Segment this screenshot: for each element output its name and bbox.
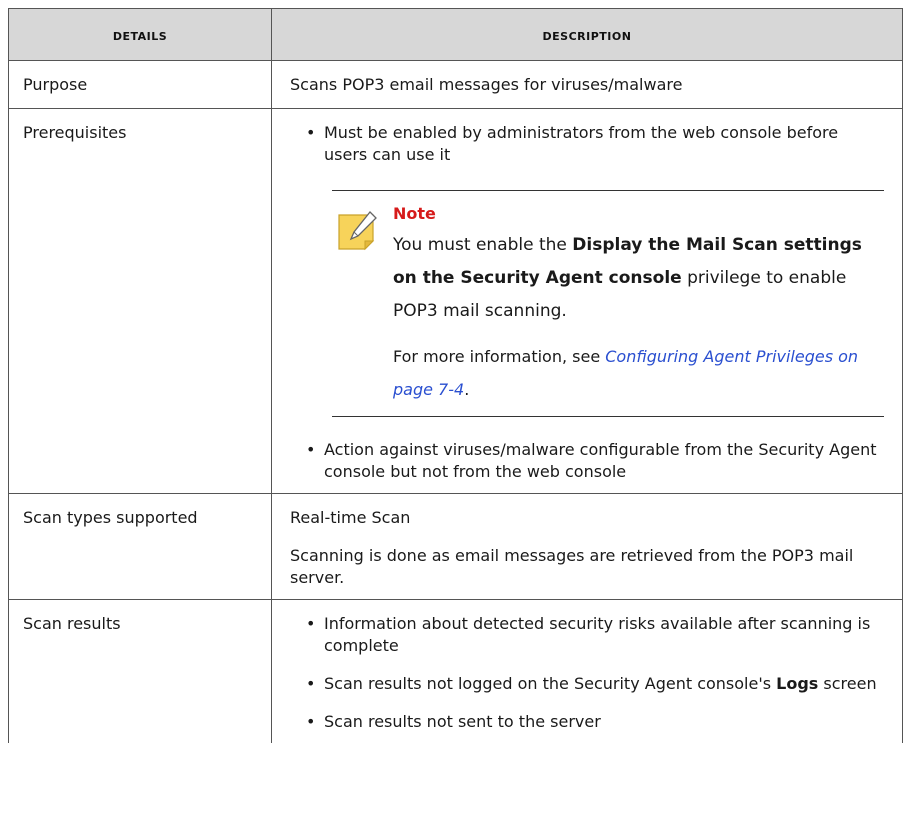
table-header-row: Details Description [8,8,903,61]
note-more-info: For more information, see Configuring Ag… [393,347,859,399]
scan-type-value: Real-time Scan [290,508,411,527]
row-label-prerequisites: Prerequisites [8,108,272,494]
row-label-scan-results: Scan results [8,599,272,743]
table-row: Scan types supported Real-time Scan Scan… [8,493,903,600]
header-details: Details [8,8,272,61]
note-title: Note [393,204,436,223]
note-text: You must enable the Display the Mail Sca… [393,235,862,321]
list-item: • Information about detected security ri… [306,614,871,655]
list-item: • Action against viruses/malware configu… [306,440,877,481]
list-item: • Scan results not sent to the server [306,712,601,731]
table-row: Purpose Scans POP3 email messages for vi… [8,60,903,109]
table-row: Prerequisites • Must be enabled by admin… [8,108,903,494]
note-block: Note You must enable the Display the Mai… [332,190,884,417]
row-desc-scan-types: Real-time Scan Scanning is done as email… [271,493,903,600]
row-desc-purpose: Scans POP3 email messages for viruses/ma… [271,60,903,109]
row-desc-prerequisites: • Must be enabled by administrators from… [271,108,903,494]
note-pencil-icon [338,211,377,251]
header-description: Description [271,8,903,61]
row-label-purpose: Purpose [8,60,272,109]
pop3-details-table: Details Description Purpose Scans POP3 e… [8,8,903,743]
list-item: • Scan results not logged on the Securit… [306,674,877,693]
row-desc-scan-results: • Information about detected security ri… [271,599,903,743]
scan-type-description: Scanning is done as email messages are r… [290,546,854,587]
table-row: Scan results • Information about detecte… [8,599,903,743]
list-item: • Must be enabled by administrators from… [306,123,839,164]
row-label-scan-types: Scan types supported [8,493,272,600]
